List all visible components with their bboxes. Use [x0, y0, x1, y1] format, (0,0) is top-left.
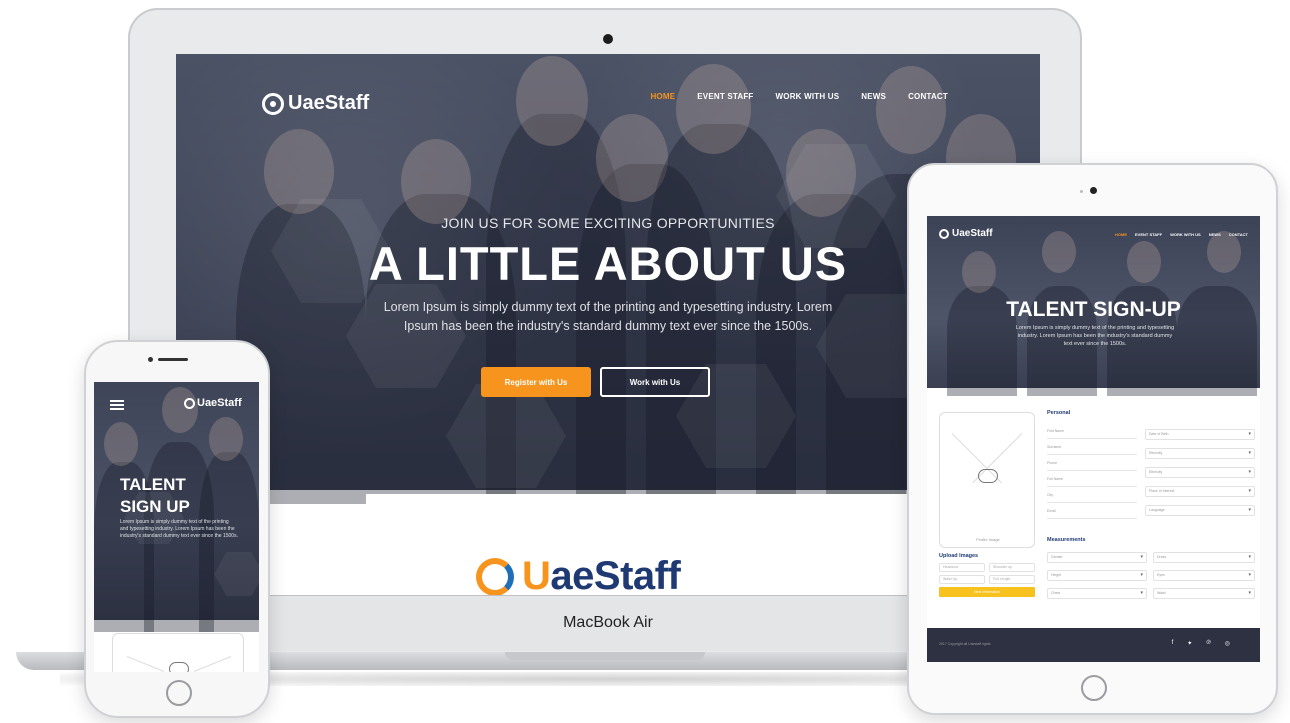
nav-event-staff[interactable]: EVENT STAFF: [1135, 232, 1162, 237]
tablet-camera: [1090, 187, 1097, 194]
date-of-birth-select[interactable]: Date of Birth: [1145, 429, 1255, 440]
laptop-notch: [505, 652, 705, 660]
first-name-field[interactable]: [1047, 438, 1137, 439]
city-field[interactable]: [1047, 502, 1137, 503]
site-logo-text: UaeStaff: [288, 92, 370, 114]
tablet-home-button[interactable]: [1081, 675, 1107, 701]
twitter-icon[interactable]: ✦: [1187, 640, 1192, 647]
upload-images-heading: Upload Images: [939, 553, 979, 559]
phone-logo[interactable]: UaeStaff: [184, 397, 242, 409]
logo-mark-icon: [939, 228, 949, 239]
tablet-screen: UaeStaff HOME EVENT STAFF WORK WITH US N…: [927, 216, 1260, 662]
phone-screen: UaeStaff TALENT SIGN UP Lorem Ipsum is s…: [94, 382, 259, 672]
work-with-us-button[interactable]: Work with Us: [600, 367, 710, 397]
nav-news[interactable]: NEWS: [861, 92, 886, 101]
height-select[interactable]: Height: [1047, 570, 1147, 581]
upload-caption: Profile Image: [976, 537, 1000, 542]
nav-news[interactable]: NEWS: [1209, 232, 1221, 237]
phone-field[interactable]: [1047, 470, 1137, 471]
place-of-interest-select[interactable]: Place of Interest: [1145, 486, 1255, 497]
nav-work-with-us[interactable]: WORK WITH US: [1170, 232, 1201, 237]
tablet-footer: 2017 Copyright all Uaestaff rights f ✦ ℗…: [927, 628, 1260, 662]
pinterest-icon[interactable]: ℗: [1206, 640, 1210, 647]
device-mockup-stage: UaeStaff HOME EVENT STAFF WORK WITH US N…: [0, 0, 1290, 723]
first-name-label: First Name: [1047, 429, 1065, 433]
phone-hero-text: Lorem Ipsum is simply dummy text of the …: [120, 519, 238, 539]
shoulder-upload-field[interactable]: Shoulder up: [989, 563, 1035, 572]
laptop-camera: [603, 34, 613, 44]
phone-speaker: [158, 358, 188, 361]
eyes-select[interactable]: Eyes: [1153, 570, 1255, 581]
copyright-text: 2017 Copyright all Uaestaff rights: [939, 642, 991, 646]
phone-title-line1: TALENT: [120, 475, 186, 494]
logo-mark-icon: [262, 92, 284, 115]
language-select[interactable]: Language: [1145, 505, 1255, 516]
phone-home-button[interactable]: [166, 680, 192, 706]
tablet-logo-text: UaeStaff: [952, 228, 993, 239]
next-button[interactable]: Next Information: [939, 587, 1035, 597]
tablet-sensor: [1080, 190, 1083, 193]
social-links: f ✦ ℗ ◎: [1172, 640, 1230, 647]
phone-hero: UaeStaff TALENT SIGN UP Lorem Ipsum is s…: [94, 382, 259, 632]
instagram-icon[interactable]: ◎: [1225, 640, 1230, 647]
register-button[interactable]: Register with Us: [481, 367, 591, 397]
logo-mark-icon: [184, 397, 195, 409]
section-logo-text: UaeStaff: [522, 554, 681, 595]
chest-select[interactable]: Chest: [1047, 588, 1147, 599]
logo-mark-icon: [476, 557, 514, 595]
cloud-upload-icon: [169, 662, 189, 672]
nav-home[interactable]: HOME: [1115, 232, 1127, 237]
cloud-upload-icon: [978, 469, 998, 483]
main-nav: HOME EVENT STAFF WORK WITH US NEWS CONTA…: [650, 92, 948, 101]
nav-work-with-us[interactable]: WORK WITH US: [776, 92, 840, 101]
waist-select[interactable]: Waist: [1153, 588, 1255, 599]
facebook-icon[interactable]: f: [1172, 640, 1174, 647]
tablet-nav: HOME EVENT STAFF WORK WITH US NEWS CONTA…: [1115, 232, 1248, 237]
email-field[interactable]: [1047, 518, 1137, 519]
phone-hero-title: TALENT SIGN UP: [120, 474, 190, 518]
city-label: City: [1047, 493, 1054, 497]
full-name-field[interactable]: [1047, 486, 1137, 487]
tablet-hero: UaeStaff HOME EVENT STAFF WORK WITH US N…: [927, 216, 1260, 396]
tablet-hero-text: Lorem Ipsum is simply dummy text of the …: [1015, 325, 1175, 347]
tablet-logo[interactable]: UaeStaff: [939, 228, 993, 239]
nav-contact[interactable]: CONTACT: [1229, 232, 1248, 237]
hamburger-menu-icon[interactable]: [110, 400, 124, 412]
phone-logo-text: UaeStaff: [197, 397, 242, 409]
phone-image-upload[interactable]: [112, 633, 244, 672]
nav-event-staff[interactable]: EVENT STAFF: [697, 92, 753, 101]
nav-contact[interactable]: CONTACT: [908, 92, 948, 101]
personal-heading: Personal: [1047, 410, 1071, 416]
measurements-heading: Measurements: [1047, 537, 1086, 543]
site-logo[interactable]: UaeStaff: [262, 92, 369, 115]
tablet-hero-title: TALENT SIGN-UP: [1006, 298, 1181, 321]
phone-camera: [148, 357, 153, 362]
phone-title-line2: SIGN UP: [120, 497, 190, 516]
dress-select[interactable]: Dress: [1153, 552, 1255, 563]
ethnicity-select[interactable]: Ethnicity: [1145, 448, 1255, 459]
profile-image-upload[interactable]: Profile Image: [939, 412, 1035, 548]
headshot-upload-field[interactable]: Headshot: [939, 563, 985, 572]
gender-select[interactable]: Gender: [1047, 552, 1147, 563]
ethnicity-select-2[interactable]: Ethnicity: [1145, 467, 1255, 478]
full-name-label: Full Name: [1047, 477, 1063, 481]
full-length-upload-field[interactable]: Full Length: [989, 575, 1035, 584]
phone-label: Phone: [1047, 461, 1058, 465]
waist-upload-field[interactable]: Waist Up: [939, 575, 985, 584]
email-label: Email: [1047, 509, 1056, 513]
nav-home[interactable]: HOME: [650, 92, 675, 101]
section-logo: UaeStaff: [476, 554, 681, 595]
surname-field[interactable]: [1047, 454, 1137, 455]
surname-label: Surname: [1047, 445, 1062, 449]
hero-description: Lorem Ipsum is simply dummy text of the …: [383, 300, 833, 333]
